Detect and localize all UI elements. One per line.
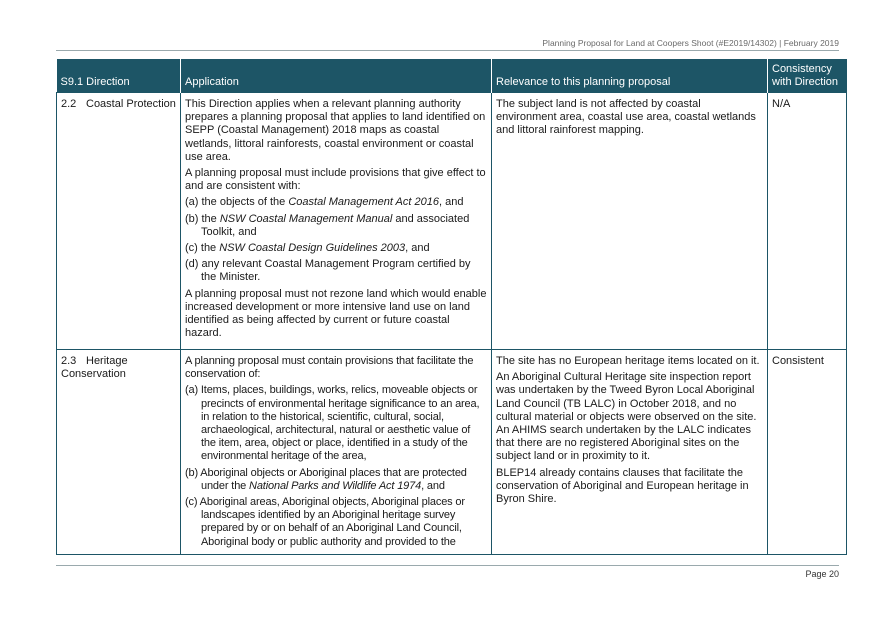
application-list-item: (b) the NSW Coastal Management Manual an… [185, 212, 470, 238]
application-list-item: (b) Aboriginal objects or Aboriginal pla… [185, 466, 467, 492]
relevance-paragraph: An Aboriginal Cultural Heritage site ins… [496, 371, 757, 463]
application-list-item: (c) Aboriginal areas, Aboriginal objects… [185, 496, 465, 548]
direction-cell: 2.2 Coastal Protection [56, 92, 181, 350]
relevance-paragraph: BLEP14 already contains clauses that fac… [496, 466, 749, 506]
application-cell: A planning proposal must contain provisi… [180, 349, 492, 555]
application-list-item: (c) the NSW Coastal Design Guidelines 20… [185, 242, 430, 255]
relevance-paragraph: The site has no European heritage items … [496, 355, 760, 367]
running-header: Planning Proposal for Land at Coopers Sh… [542, 38, 839, 48]
consistency-value: N/A [772, 98, 791, 110]
application-paragraph: A planning proposal must contain provisi… [185, 355, 474, 381]
column-header-direction: S9.1 Direction [56, 59, 181, 93]
application-list-item: (a) the objects of the Coastal Managemen… [185, 196, 464, 209]
application-paragraph: A planning proposal must include provisi… [185, 167, 486, 193]
direction-cell: 2.3 Heritage Conservation [56, 349, 181, 555]
s9-1-directions-table: S9.1 Direction Application Relevance to … [56, 59, 847, 555]
direction-title: Coastal Protection [86, 98, 176, 110]
table-header-row: S9.1 Direction Application Relevance to … [56, 59, 847, 93]
relevance-cell: The subject land is not affected by coas… [491, 92, 768, 350]
consistency-value: Consistent [772, 355, 824, 367]
column-header-consistency: Consistency with Direction [767, 59, 847, 93]
relevance-cell: The site has no European heritage items … [491, 349, 768, 555]
relevance-paragraph: The subject land is not affected by coas… [496, 98, 756, 137]
table-row: 2.3 Heritage Conservation A planning prop… [56, 349, 847, 555]
application-list-item: (d) any relevant Coastal Management Prog… [185, 258, 471, 284]
consistency-cell: Consistent [767, 349, 847, 555]
page-number: Page 20 [805, 569, 839, 579]
application-list-item: (a) Items, places, buildings, works, rel… [185, 384, 480, 463]
direction-number: 2.3 [61, 355, 77, 367]
consistency-cell: N/A [767, 92, 847, 350]
footer-divider [56, 565, 839, 566]
application-paragraph: This Direction applies when a relevant p… [185, 98, 486, 163]
table-row: 2.2 Coastal Protection This Direction app… [56, 92, 847, 350]
direction-number: 2.2 [61, 98, 77, 110]
application-cell: This Direction applies when a relevant p… [180, 92, 492, 350]
column-header-application: Application [180, 59, 492, 93]
column-header-relevance: Relevance to this planning proposal [491, 59, 768, 93]
header-divider [56, 50, 839, 51]
application-paragraph: A planning proposal must not rezone land… [185, 287, 487, 340]
